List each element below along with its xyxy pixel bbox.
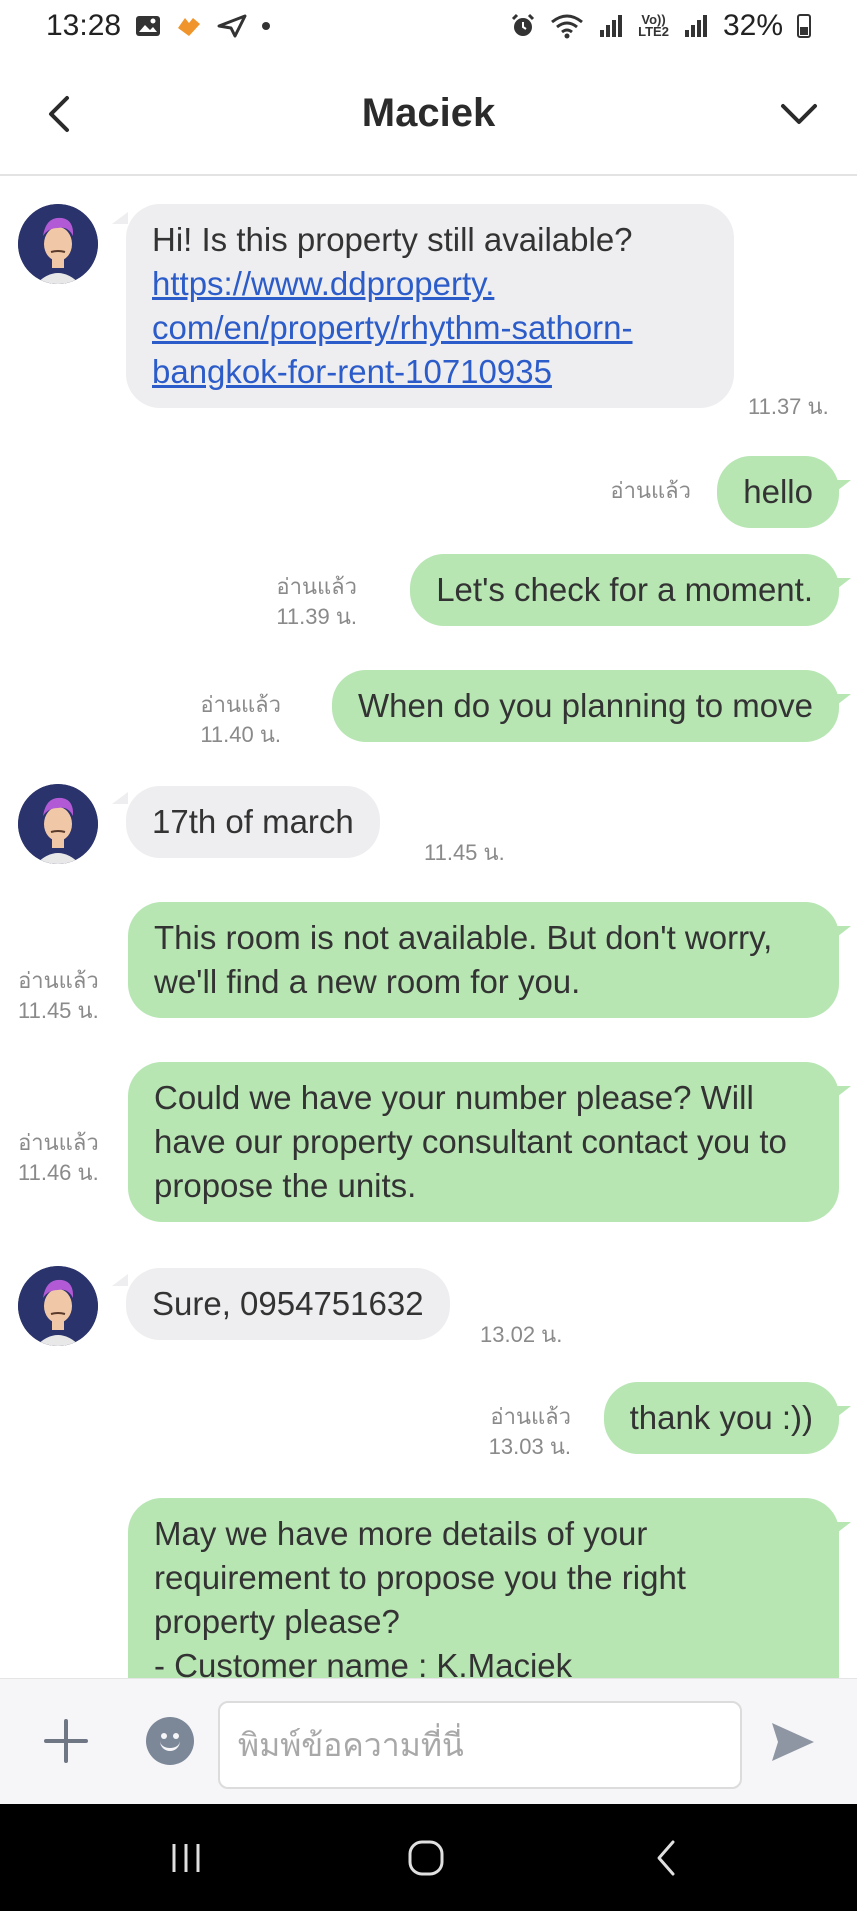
message-time: 11.37 น. <box>748 394 829 419</box>
status-left: 13:28 <box>46 9 271 43</box>
battery-level: 32% <box>722 9 783 42</box>
chat-header: Maciek <box>0 52 857 176</box>
chevron-left-icon <box>49 96 69 132</box>
chat-title: Maciek <box>361 90 496 135</box>
contact-avatar[interactable] <box>18 1266 98 1346</box>
message-meta: อ่านแล้ว 11.46 น. <box>18 1128 99 1188</box>
home-button[interactable] <box>398 1830 454 1886</box>
battery-icon <box>797 14 811 38</box>
contact-avatar[interactable] <box>18 204 98 284</box>
bubble-tail <box>112 792 128 804</box>
add-attachment-button[interactable] <box>38 1713 94 1769</box>
read-receipt: อ่านแล้ว <box>18 1130 99 1155</box>
link-part: bangkok-for-rent-10710935 <box>152 353 552 390</box>
app-notification-icon <box>175 14 203 38</box>
incoming-message-bubble[interactable]: Sure, 0954751632 <box>126 1268 450 1340</box>
emoji-button[interactable] <box>146 1717 194 1765</box>
recents-icon <box>172 1844 200 1872</box>
message-time: 11.45 น. <box>18 998 99 1023</box>
incoming-message-bubble[interactable]: Hi! Is this property still available? ht… <box>126 204 734 408</box>
message-text: 17th of march <box>152 803 354 840</box>
emoji-icon <box>160 1739 180 1751</box>
chat-menu-button[interactable] <box>771 86 827 142</box>
incoming-message-bubble[interactable]: 17th of march <box>126 786 380 858</box>
message-time: 13.03 น. <box>488 1434 571 1459</box>
message-text: Could we have your number please? Will h… <box>154 1079 787 1204</box>
bubble-tail <box>112 1274 128 1286</box>
status-bar: 13:28 Vo)) LTE2 32% <box>0 0 857 52</box>
read-receipt: อ่านแล้ว <box>276 574 357 599</box>
bubble-tail <box>833 1086 851 1100</box>
outgoing-message-bubble[interactable]: This room is not available. But don't wo… <box>128 902 839 1018</box>
outgoing-message-bubble[interactable]: Could we have your number please? Will h… <box>128 1062 839 1222</box>
message-text: Hi! Is this property still available? <box>152 221 633 258</box>
message-text: - Customer name : K.Maciek <box>154 1647 573 1678</box>
gallery-icon <box>135 14 161 38</box>
signal-2-icon <box>683 14 709 38</box>
read-receipt: อ่านแล้ว <box>490 1404 571 1429</box>
alarm-icon <box>510 13 536 39</box>
bubble-tail <box>833 1522 851 1536</box>
back-icon <box>657 1840 675 1876</box>
status-right: Vo)) LTE2 32% <box>510 9 811 43</box>
wifi-icon <box>550 13 584 39</box>
home-icon <box>408 1840 444 1876</box>
send-icon <box>772 1723 814 1761</box>
message-input[interactable] <box>218 1701 742 1789</box>
nav-back-button[interactable] <box>638 1830 694 1886</box>
message-text: This room is not available. But don't wo… <box>154 919 773 1000</box>
link-part: com/en/property/rhythm-sathorn- <box>152 309 633 346</box>
contact-avatar[interactable] <box>18 784 98 864</box>
outgoing-message-bubble[interactable]: thank you :)) <box>603 1382 839 1454</box>
link-part: https://www.ddproperty. <box>152 265 495 302</box>
message-input-bar <box>0 1678 857 1804</box>
read-receipt: อ่านแล้ว <box>18 968 99 993</box>
recents-button[interactable] <box>158 1830 214 1886</box>
bubble-tail <box>833 926 851 940</box>
send-status-icon <box>217 14 247 38</box>
status-time: 13:28 <box>46 9 122 42</box>
message-time: 11.39 น. <box>276 604 357 629</box>
outgoing-message-bubble[interactable]: May we have more details of your require… <box>128 1498 839 1678</box>
message-text: When do you planning to move <box>358 687 813 724</box>
network-type: LTE2 <box>638 24 669 39</box>
bubble-tail <box>833 578 851 592</box>
message-meta: อ่านแล้ว 13.03 น. <box>489 1402 571 1462</box>
message-text: May we have more details of your require… <box>154 1515 686 1640</box>
more-notifications-dot-icon <box>261 21 271 31</box>
bubble-tail <box>112 212 128 224</box>
message-list[interactable]: Hi! Is this property still available? ht… <box>0 178 857 1678</box>
system-navigation-bar <box>0 1804 857 1911</box>
bubble-tail <box>833 694 851 708</box>
message-meta: อ่านแล้ว 11.39 น. <box>276 572 357 632</box>
send-button[interactable] <box>766 1715 820 1769</box>
message-time: 11.45 น. <box>424 840 505 865</box>
read-receipt: อ่านแล้ว <box>200 692 281 717</box>
outgoing-message-bubble[interactable]: When do you planning to move <box>332 670 839 742</box>
read-receipt: อ่านแล้ว <box>610 478 691 503</box>
message-time: 11.40 น. <box>200 722 281 747</box>
message-time: 11.46 น. <box>18 1160 99 1185</box>
message-meta: อ่านแล้ว 11.40 น. <box>200 690 281 750</box>
bubble-tail <box>833 1406 851 1420</box>
message-meta: อ่านแล้ว 11.45 น. <box>18 966 99 1026</box>
plus-icon <box>44 1719 88 1763</box>
property-link[interactable]: https://www.ddproperty. com/en/property/r… <box>152 265 633 390</box>
message-text: Sure, 0954751632 <box>152 1285 424 1322</box>
message-text: thank you :)) <box>629 1399 813 1436</box>
message-text: hello <box>743 473 813 510</box>
message-time: 13.02 น. <box>480 1322 563 1347</box>
outgoing-message-bubble[interactable]: hello <box>717 456 839 528</box>
back-button[interactable] <box>30 86 86 142</box>
bubble-tail <box>833 480 851 494</box>
outgoing-message-bubble[interactable]: Let's check for a moment. <box>410 554 839 626</box>
volte-icon: Vo)) LTE2 <box>638 12 669 39</box>
signal-icon <box>598 14 624 38</box>
chevron-down-icon <box>781 104 817 124</box>
message-text: Let's check for a moment. <box>436 571 813 608</box>
